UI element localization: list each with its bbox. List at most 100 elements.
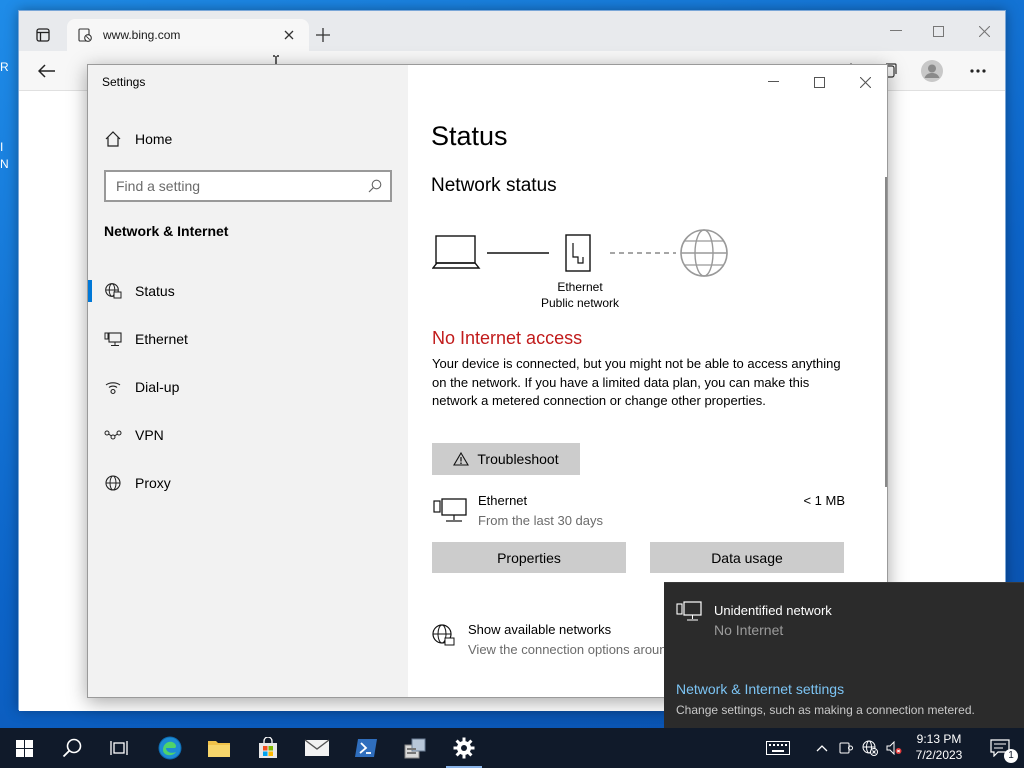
section-title: Network status xyxy=(431,175,557,196)
settings-window-title: Settings xyxy=(102,75,146,89)
browser-maximize-icon[interactable] xyxy=(923,17,953,45)
powershell-icon xyxy=(354,738,378,758)
tab-actions-icon[interactable] xyxy=(33,25,53,45)
no-internet-alert: No Internet access xyxy=(432,328,583,348)
properties-label: Properties xyxy=(497,549,561,566)
desktop-icon-label[interactable]: R xyxy=(0,60,9,74)
browser-tab[interactable]: www.bing.com xyxy=(67,19,309,51)
device-icon xyxy=(839,741,853,755)
sidebar-item-dial-up[interactable]: Dial-up xyxy=(88,367,408,407)
network-status-diagram xyxy=(432,229,732,281)
sidebar-item-home[interactable]: Home xyxy=(88,119,408,159)
home-icon xyxy=(104,130,122,148)
keyboard-icon xyxy=(766,741,790,755)
mail-icon xyxy=(304,739,330,757)
tab-title: www.bing.com xyxy=(103,28,181,42)
folder-icon xyxy=(207,738,231,758)
action-center-button[interactable]: 1 xyxy=(976,728,1024,768)
taskbar-store-button[interactable] xyxy=(244,728,292,768)
settings-maximize-icon[interactable] xyxy=(804,71,834,93)
troubleshoot-button[interactable]: Troubleshoot xyxy=(432,443,580,475)
network-status: No Internet xyxy=(714,622,784,638)
main-scrollbar[interactable] xyxy=(885,177,887,487)
connection-usage: < 1 MB xyxy=(803,493,845,508)
store-bag-icon xyxy=(257,737,279,759)
show-available-networks-link[interactable]: Show available networks xyxy=(468,622,611,637)
start-button[interactable] xyxy=(0,728,48,768)
sidebar-item-status[interactable]: Status xyxy=(88,271,408,311)
taskbar-settings-button[interactable] xyxy=(440,728,488,768)
tray-volume-button[interactable] xyxy=(882,728,906,768)
desktop-icon-label[interactable]: I xyxy=(0,140,3,154)
tray-network-button[interactable] xyxy=(858,728,882,768)
vpn-icon xyxy=(104,426,122,444)
proxy-globe-icon xyxy=(104,474,122,492)
close-tab-icon[interactable] xyxy=(281,27,297,43)
ethernet-icon xyxy=(104,330,122,348)
taskbar-mail-button[interactable] xyxy=(293,728,341,768)
search-icon xyxy=(62,738,82,758)
edge-browser-icon xyxy=(158,736,182,760)
sidebar-item-proxy[interactable]: Proxy xyxy=(88,463,408,503)
page-title: Status xyxy=(431,121,508,151)
sidebar-item-ethernet[interactable]: Ethernet xyxy=(88,319,408,359)
sidebar-item-label: Proxy xyxy=(135,475,171,491)
diagram-network-type-label: Public network xyxy=(540,296,620,310)
properties-button[interactable]: Properties xyxy=(432,542,626,573)
troubleshoot-label: Troubleshoot xyxy=(477,451,559,467)
taskbar-powershell-button[interactable] xyxy=(342,728,390,768)
sidebar-item-label: Status xyxy=(135,283,175,299)
laptop-icon xyxy=(432,235,481,269)
network-internet-settings-link[interactable]: Network & Internet settings xyxy=(676,681,844,697)
notification-count-badge: 1 xyxy=(1004,749,1018,763)
network-computer-icon xyxy=(676,601,702,623)
show-hidden-icons-button[interactable] xyxy=(810,728,834,768)
settings-minimize-icon[interactable] xyxy=(758,71,788,93)
desktop-icon-label[interactable]: N xyxy=(0,157,9,171)
notification-icon: 1 xyxy=(990,739,1018,763)
search-placeholder: Find a setting xyxy=(116,178,201,194)
network-settings-description: Change settings, such as making a connec… xyxy=(676,703,975,717)
taskbar: 9:13 PM 7/2/2023 1 xyxy=(0,728,1024,768)
taskbar-clock[interactable]: 9:13 PM 7/2/2023 xyxy=(904,731,974,763)
server-manager-icon xyxy=(403,737,427,759)
taskbar-search-button[interactable] xyxy=(48,728,96,768)
volume-muted-icon xyxy=(886,741,902,755)
back-arrow-icon[interactable] xyxy=(35,61,59,81)
sidebar-item-label: Dial-up xyxy=(135,379,180,395)
settings-gear-icon xyxy=(453,737,475,759)
sidebar-item-label: Ethernet xyxy=(135,331,188,347)
taskbar-file-explorer-button[interactable] xyxy=(195,728,243,768)
network-name[interactable]: Unidentified network xyxy=(714,603,832,618)
dial-up-icon xyxy=(104,378,122,396)
ethernet-connection-icon xyxy=(433,496,467,524)
profile-avatar-icon[interactable] xyxy=(919,59,945,83)
more-options-icon[interactable] xyxy=(965,61,991,81)
clock-time: 9:13 PM xyxy=(916,732,962,746)
warning-icon xyxy=(453,452,470,466)
new-tab-icon[interactable] xyxy=(313,25,333,45)
search-icon[interactable] xyxy=(368,179,382,193)
network-no-internet-icon xyxy=(862,740,878,756)
network-flyout: Unidentified network No Internet Network… xyxy=(664,582,1024,728)
tray-device-button[interactable] xyxy=(834,728,858,768)
taskbar-edge-button[interactable] xyxy=(146,728,194,768)
taskbar-server-manager-button[interactable] xyxy=(391,728,439,768)
browser-tab-bar: www.bing.com xyxy=(19,11,1005,51)
chevron-up-icon xyxy=(816,744,828,752)
browser-close-icon[interactable] xyxy=(969,17,999,45)
touch-keyboard-button[interactable] xyxy=(756,728,800,768)
sidebar-item-vpn[interactable]: VPN xyxy=(88,415,408,455)
show-networks-globe-icon xyxy=(431,623,455,647)
section-heading: Network & Internet xyxy=(104,223,229,239)
task-view-icon xyxy=(110,740,130,756)
status-globe-icon xyxy=(104,282,122,300)
data-usage-button[interactable]: Data usage xyxy=(650,542,844,573)
settings-close-icon[interactable] xyxy=(850,71,880,93)
windows-logo-icon xyxy=(15,739,33,757)
browser-minimize-icon[interactable] xyxy=(881,17,911,45)
connection-period: From the last 30 days xyxy=(478,513,603,528)
clock-date: 7/2/2023 xyxy=(915,748,963,762)
find-setting-search-input[interactable]: Find a setting xyxy=(104,170,392,202)
task-view-button[interactable] xyxy=(96,728,144,768)
